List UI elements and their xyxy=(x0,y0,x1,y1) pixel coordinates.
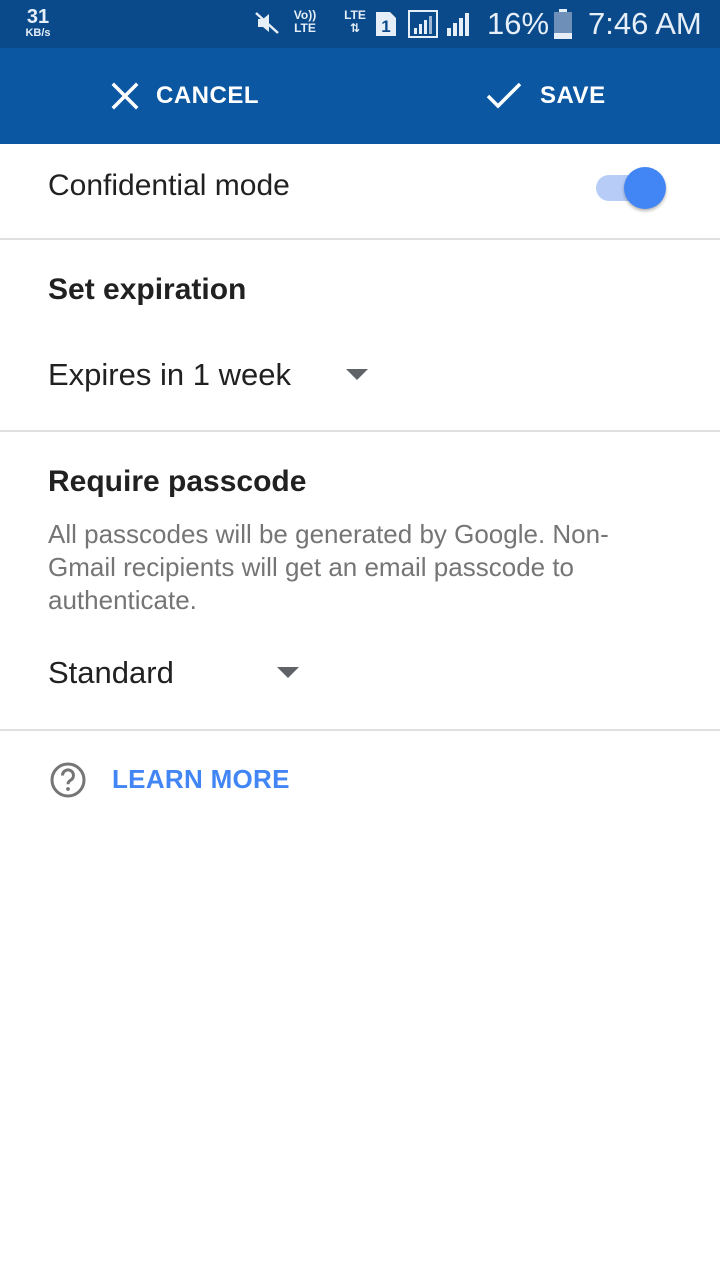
learn-more-label: LEARN MORE xyxy=(112,764,290,794)
battery-icon xyxy=(552,8,574,45)
status-bar: 31 KB/s Vo)) LTE LTE ⇅ 1 16% 7:46 AM xyxy=(0,0,720,48)
set-expiration-title: Set expiration xyxy=(48,273,247,306)
divider xyxy=(0,238,720,240)
chevron-down-icon xyxy=(277,667,299,678)
cancel-button[interactable]: CANCEL xyxy=(110,48,259,144)
cancel-label: CANCEL xyxy=(156,82,259,109)
divider xyxy=(0,729,720,731)
clock: 7:46 AM xyxy=(588,6,702,41)
passcode-value: Standard xyxy=(48,655,174,690)
action-bar: CANCEL SAVE xyxy=(0,48,720,144)
save-label: SAVE xyxy=(540,82,606,109)
confidential-mode-label: Confidential mode xyxy=(48,169,290,202)
network-speed-unit: KB/s xyxy=(25,27,51,39)
sim-1-icon: 1 xyxy=(374,10,398,43)
mute-vibrate-icon xyxy=(254,10,280,41)
confidential-mode-row: Confidential mode xyxy=(0,144,720,238)
divider xyxy=(0,430,720,432)
require-passcode-title: Require passcode xyxy=(48,465,307,498)
battery-percent: 16% xyxy=(487,6,550,41)
signal-icon xyxy=(408,10,438,43)
network-speed: 31 KB/s xyxy=(20,7,56,39)
chevron-down-icon xyxy=(346,369,368,380)
confidential-mode-settings: 31 KB/s Vo)) LTE LTE ⇅ 1 16% 7:46 AM CAN… xyxy=(0,0,720,1280)
expiration-dropdown[interactable]: Expires in 1 week xyxy=(48,350,378,400)
check-icon xyxy=(484,81,524,111)
toggle-thumb xyxy=(624,167,666,209)
signal-icon xyxy=(444,10,474,43)
passcode-dropdown[interactable]: Standard xyxy=(48,648,308,698)
help-circle-icon xyxy=(48,760,88,800)
confidential-mode-toggle[interactable] xyxy=(596,167,666,209)
learn-more-link[interactable]: LEARN MORE xyxy=(48,760,308,800)
network-speed-value: 31 xyxy=(26,6,50,28)
close-icon xyxy=(110,81,140,111)
lte-data-icon: LTE ⇅ xyxy=(340,9,370,35)
save-button[interactable]: SAVE xyxy=(484,48,606,144)
sim-slot-number: 1 xyxy=(381,17,390,36)
expiration-value: Expires in 1 week xyxy=(48,357,291,392)
volte-icon: Vo)) LTE xyxy=(293,8,317,35)
passcode-description: All passcodes will be generated by Googl… xyxy=(48,519,609,615)
